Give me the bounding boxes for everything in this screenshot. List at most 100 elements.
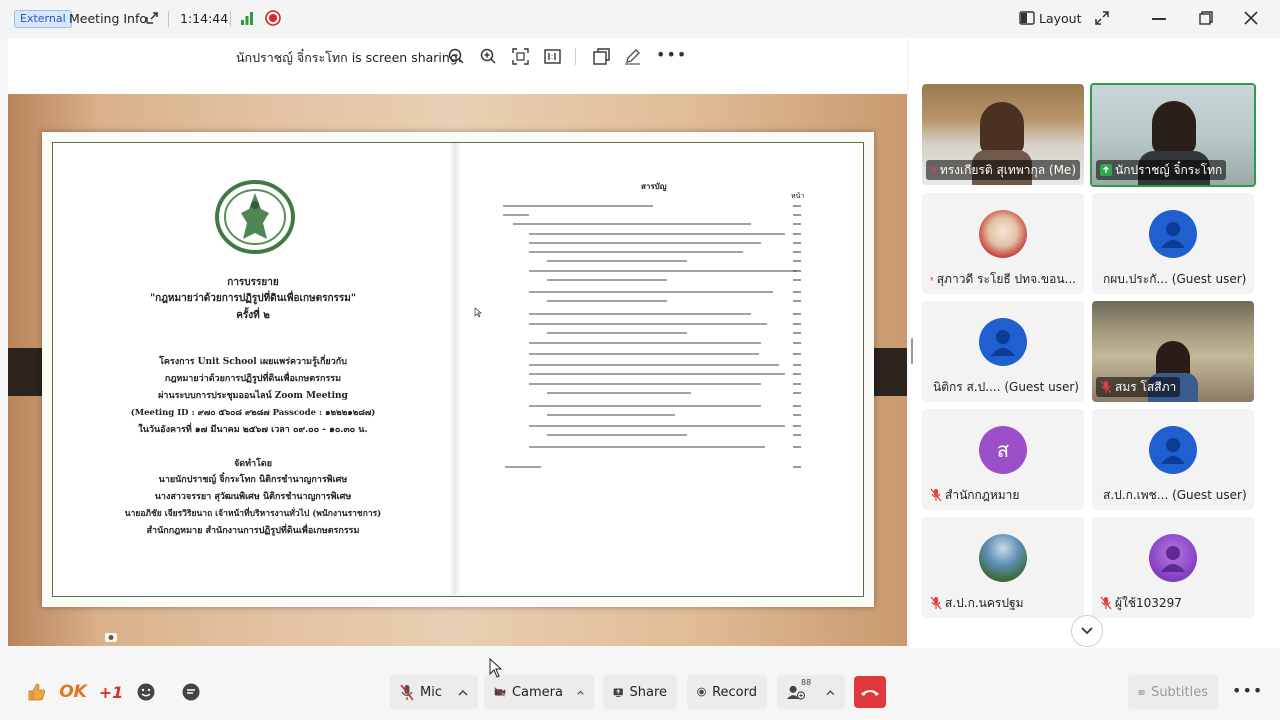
participant-tile[interactable]: ส สำนักกฎหมาย [922, 409, 1084, 510]
meeting-info-button[interactable]: Meeting Info [69, 11, 147, 26]
actual-size-icon[interactable] [544, 49, 561, 64]
toc-page-number [793, 323, 801, 325]
screen-share-toolbar: นักปราชญ์ จิ๋กระโทก is screen sharing. •… [8, 38, 907, 94]
participant-tile[interactable]: นิติกร ส.ป.... (Guest user) [922, 301, 1084, 402]
participants-button[interactable]: 88 [777, 675, 845, 709]
toc-entry-line [547, 434, 687, 436]
fit-screen-icon[interactable] [512, 48, 529, 65]
toc-entry-line [513, 223, 751, 225]
document-spread: การบรรยาย "กฎหมายว่าด้วยการปฏิรูปที่ดินเ… [42, 132, 874, 607]
toc-page-number [793, 223, 801, 225]
layout-icon[interactable] [1019, 11, 1035, 25]
emoji-icon [137, 683, 155, 701]
toc-entry-line [529, 405, 761, 407]
participant-tile[interactable]: กผบ.ประกั... (Guest user) [1092, 193, 1254, 294]
new-window-icon[interactable] [593, 48, 610, 65]
chevron-down-icon [1081, 627, 1093, 635]
chevron-up-icon[interactable] [826, 689, 835, 696]
participant-tile-active[interactable]: นักปราชญ์ จิ๋กระโทก [1090, 83, 1256, 187]
participant-name-bar: สมร โสสีภา [1096, 377, 1181, 397]
participant-tile[interactable]: ส.ป.ก.เพช... (Guest user) [1092, 409, 1254, 510]
toc-entry-line [529, 291, 773, 293]
toc-page-number [793, 425, 801, 427]
participant-tile[interactable]: ผู้ใช้103297 [1092, 517, 1254, 618]
project-line: (Meeting ID : ๙๗๐ ๕๖๐๘ ๙๒๘๗ Passcode : ๑… [130, 408, 376, 418]
external-badge: External [14, 10, 72, 28]
share-link-icon[interactable] [145, 11, 159, 25]
toc-page-number [793, 405, 801, 407]
participant-name: นิติกร ส.ป.... (Guest user) [933, 379, 1079, 394]
camera-button[interactable]: Camera [484, 675, 594, 709]
subtitles-icon: CC [1138, 689, 1145, 695]
participant-tile[interactable]: ทรงเกียรติ สุเทพากุล (Me) [922, 84, 1084, 185]
toc-page-number [793, 205, 801, 207]
toc-page-number [793, 242, 801, 244]
shared-screen: การบรรยาย "กฎหมายว่าด้วยการปฏิรูปที่ดินเ… [8, 94, 907, 646]
layout-button[interactable]: Layout [1039, 11, 1082, 26]
zoom-in-icon[interactable] [480, 48, 497, 65]
plus-one-reaction[interactable]: +1 [96, 677, 126, 707]
organizer-line: นางสาวจรรยา สุวัฒนพิเศษ นิติกรชำนาญการพิ… [154, 492, 352, 502]
avatar-initial: ส [996, 438, 1010, 462]
minimize-icon[interactable] [1152, 18, 1166, 20]
chat-icon [182, 683, 200, 701]
toc-page-number [793, 434, 801, 436]
toc-entry-line [529, 364, 779, 366]
participant-count: 88 [801, 678, 812, 687]
toc-page-number [793, 214, 801, 216]
close-icon[interactable] [1244, 11, 1258, 25]
chevron-up-icon[interactable] [458, 689, 468, 696]
participant-name: นักปราชญ์ จิ๋กระโทก [1115, 162, 1223, 177]
toc-entry-line [529, 270, 797, 272]
participant-name: ทรงเกียรติ สุเทพากุล (Me) [939, 162, 1076, 177]
signal-strength-icon[interactable] [240, 11, 254, 25]
camera-off-icon [494, 687, 506, 697]
chevron-up-icon[interactable] [577, 689, 584, 696]
participant-tile[interactable]: สมร โสสีภา [1092, 301, 1254, 402]
right-page: สารบัญ หน้า [463, 143, 863, 595]
participant-tile[interactable]: ส.ป.ก.นครปฐม [922, 517, 1084, 618]
restore-icon[interactable] [1199, 11, 1213, 25]
subtitles-button[interactable]: CC Subtitles [1128, 675, 1218, 709]
initial-avatar: ส [979, 426, 1027, 474]
participant-photo [979, 534, 1027, 582]
toc-entry-line [547, 414, 675, 416]
fullscreen-icon[interactable] [1095, 11, 1109, 25]
agency-seal-logo [215, 180, 295, 254]
participant-figure [980, 102, 1024, 154]
top-bar: External Meeting Info 1:14:44 Layout [0, 0, 1280, 38]
mic-muted-icon [930, 277, 934, 281]
subtitles-label: Subtitles [1151, 684, 1208, 700]
record-button[interactable]: Record [687, 675, 767, 709]
panel-resize-handle[interactable] [911, 338, 913, 364]
share-button[interactable]: Share [603, 675, 677, 709]
chat-button[interactable] [176, 677, 206, 707]
zoom-out-icon[interactable] [448, 48, 465, 65]
thumbs-up-reaction[interactable] [22, 677, 52, 707]
guest-avatar [1149, 426, 1197, 474]
ok-reaction[interactable]: OK [58, 677, 88, 707]
toc-entry-line [529, 383, 761, 385]
participant-figure [1152, 101, 1196, 155]
scroll-down-button[interactable] [1071, 615, 1103, 647]
annotate-icon[interactable] [624, 48, 641, 65]
mic-button[interactable]: Mic [390, 675, 478, 709]
remote-cursor-icon [474, 307, 482, 318]
more-options-icon[interactable]: ••• [1232, 681, 1263, 700]
more-options-icon[interactable]: ••• [656, 45, 687, 64]
participant-name: ส.ป.ก.นครปฐม [945, 595, 1024, 610]
toc-page-number [793, 233, 801, 235]
mic-muted-icon [930, 596, 942, 610]
user-icon [1161, 546, 1185, 572]
mic-muted-icon [930, 166, 937, 174]
participant-tile[interactable]: สุภาวดี ระโยธี ปทจ.ขอน... [922, 193, 1084, 294]
toc-entry-line [529, 242, 761, 244]
participant-name-bar: สุภาวดี ระโยธี ปทจ.ขอน... [926, 269, 1080, 289]
project-line: ในวันอังคารที่ ๑๗ มีนาคม ๒๕๖๗ เวลา ๐๙.๐๐… [138, 425, 368, 435]
end-call-button[interactable] [854, 676, 886, 708]
toc-page-number [793, 466, 801, 468]
participant-name: สำนักกฎหมาย [945, 487, 1020, 502]
project-line: กฎหมายว่าด้วยการปฏิรูปที่ดินเพื่อเกษตรกร… [164, 374, 342, 384]
emoji-button[interactable] [131, 677, 161, 707]
divider [230, 11, 231, 27]
